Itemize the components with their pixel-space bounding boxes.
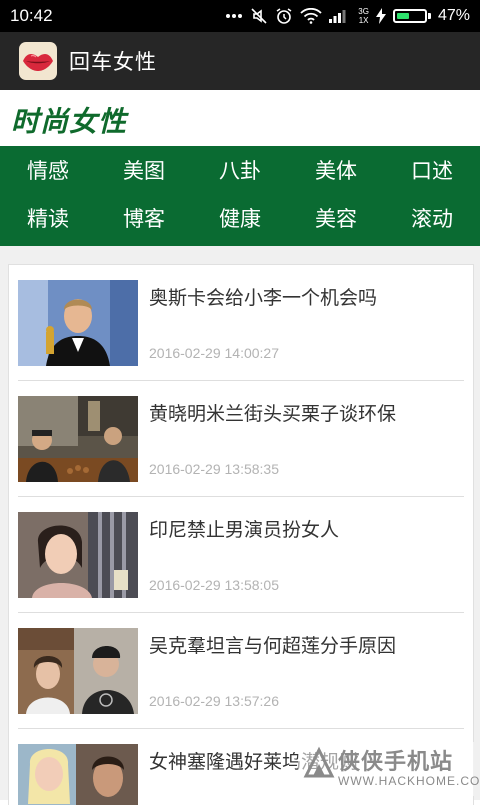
status-bar: 10:42 3G 1X 47% [0,0,480,32]
category-item-gundong[interactable]: 滚动 [384,194,480,242]
article-date: 2016-02-29 13:58:35 [149,461,279,477]
article-date: 2016-02-29 13:57:26 [149,693,279,709]
article-title: 吴克羣坦言与何超莲分手原因 [149,635,397,657]
list-item[interactable]: 印尼禁止男演员扮女人 2016-02-29 13:58:05 [9,497,473,613]
list-item[interactable]: 黄晓明米兰街头买栗子谈环保 2016-02-29 13:58:35 [9,381,473,497]
mute-icon [250,7,268,25]
article-list: 奥斯卡会给小李一个机会吗 2016-02-29 14:00:27 黄晓明米兰街头… [8,264,474,805]
category-item-koushu[interactable]: 口述 [384,146,480,194]
brand-title: 时尚女性 [11,105,128,138]
brand-banner: 时尚女性 [0,92,480,146]
article-title: 奥斯卡会给小李一个机会吗 [149,287,378,309]
article-date: 2016-02-29 13:58:05 [149,577,279,593]
battery-percent: 47% [437,7,470,24]
watermark-logo-icon [303,746,335,778]
charging-icon [375,8,386,24]
category-item-meirong[interactable]: 美容 [288,194,384,242]
network-type: 3G 1X [358,7,369,25]
signal-icon [329,9,351,23]
list-item[interactable]: 奥斯卡会给小李一个机会吗 2016-02-29 14:00:27 [9,265,473,381]
watermark-text: 侠侠手机站 [338,750,454,775]
watermark-url: WWW.HACKHOME.COM [338,774,480,788]
app-bar: 回车女性 [0,32,480,90]
category-item-jiankang[interactable]: 健康 [192,194,288,242]
category-item-meiti[interactable]: 美体 [288,146,384,194]
watermark: 侠侠手机站 WWW.HACKHOME.COM [298,742,480,796]
category-nav: 情感 美图 八卦 美体 口述 精读 博客 健康 美容 滚动 [0,146,480,246]
article-title: 黄晓明米兰街头买栗子谈环保 [149,403,397,425]
lips-icon[interactable] [19,42,57,80]
battery-icon [392,9,431,23]
category-item-bagua[interactable]: 八卦 [192,146,288,194]
article-thumbnail [18,396,138,482]
wifi-icon [300,8,322,24]
status-time: 10:42 [10,6,53,25]
category-item-jingdu[interactable]: 精读 [0,194,96,242]
article-title: 印尼禁止男演员扮女人 [149,519,340,541]
list-item[interactable]: 吴克羣坦言与何超莲分手原因 2016-02-29 13:57:26 [9,613,473,729]
article-list-area: 奥斯卡会给小李一个机会吗 2016-02-29 14:00:27 黄晓明米兰街头… [0,246,480,805]
more-icon [225,13,243,19]
category-item-qinggan[interactable]: 情感 [0,146,96,194]
category-item-boke[interactable]: 博客 [96,194,192,242]
status-icons: 3G 1X 47% [225,7,470,25]
article-date: 2016-02-29 14:00:27 [149,345,279,361]
category-item-meitu[interactable]: 美图 [96,146,192,194]
article-thumbnail [18,512,138,598]
alarm-icon [275,7,293,25]
app-title: 回车女性 [69,50,157,74]
article-thumbnail [18,628,138,714]
article-thumbnail [18,744,138,805]
article-thumbnail [18,280,138,366]
